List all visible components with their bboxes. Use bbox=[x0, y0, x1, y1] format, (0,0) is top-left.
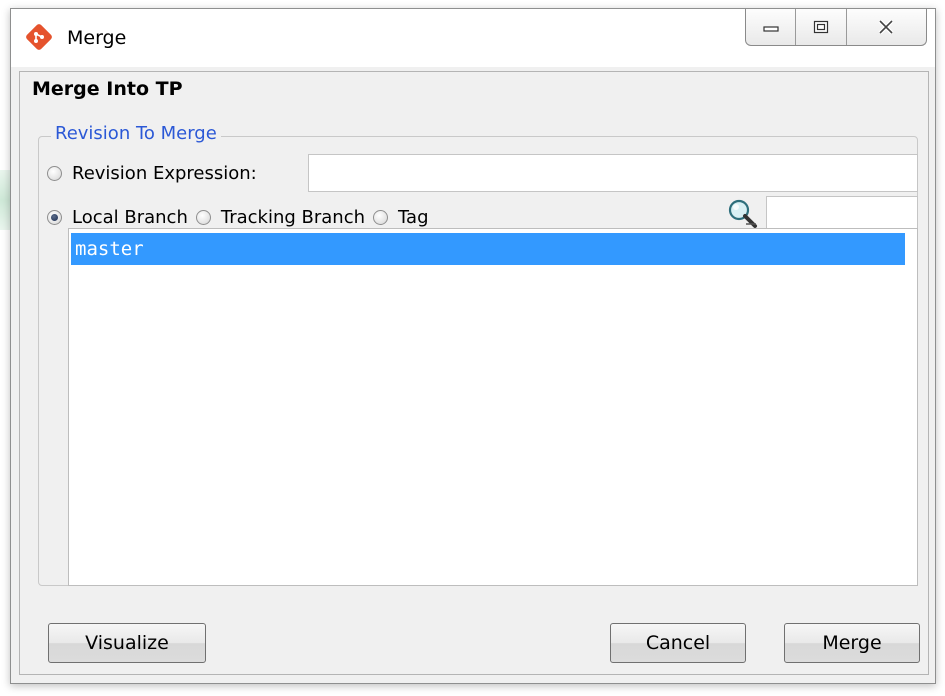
dialog-heading: Merge Into TP bbox=[32, 78, 183, 100]
revision-expression-label: Revision Expression: bbox=[72, 163, 257, 184]
git-logo-icon bbox=[26, 24, 52, 50]
tag-radio[interactable] bbox=[373, 210, 389, 225]
title-bar: Merge bbox=[11, 9, 935, 67]
revision-expression-radio[interactable] bbox=[47, 166, 62, 181]
maximize-icon bbox=[814, 20, 829, 34]
branch-type-options: Local Branch Tracking Branch Tag bbox=[47, 207, 429, 228]
tag-label[interactable]: Tag bbox=[398, 207, 428, 228]
close-icon bbox=[879, 20, 894, 34]
search-icon bbox=[728, 199, 757, 228]
maximize-button[interactable] bbox=[796, 9, 847, 45]
window-controls bbox=[745, 9, 927, 46]
cancel-button[interactable]: Cancel bbox=[610, 623, 746, 663]
revision-expression-option[interactable]: Revision Expression: bbox=[47, 163, 257, 184]
merge-dialog-window: Merge Merge Into TP Revision To Merge Re… bbox=[10, 8, 936, 684]
visualize-button[interactable]: Visualize bbox=[48, 623, 206, 663]
merge-button[interactable]: Merge bbox=[784, 623, 920, 663]
window-title: Merge bbox=[67, 27, 127, 49]
branch-list[interactable]: master bbox=[68, 228, 918, 586]
background-strip bbox=[0, 170, 10, 230]
list-item[interactable]: master bbox=[71, 233, 905, 265]
minimize-button[interactable] bbox=[746, 9, 797, 45]
close-button[interactable] bbox=[847, 9, 926, 45]
group-label: Revision To Merge bbox=[51, 123, 221, 144]
tracking-branch-radio[interactable] bbox=[195, 210, 211, 225]
local-branch-label[interactable]: Local Branch bbox=[72, 207, 188, 228]
local-branch-radio[interactable] bbox=[47, 210, 62, 225]
tracking-branch-label[interactable]: Tracking Branch bbox=[221, 207, 365, 228]
dialog-content: Merge Into TP Revision To Merge Revision… bbox=[19, 71, 929, 675]
minimize-icon bbox=[763, 26, 779, 32]
revision-expression-input[interactable] bbox=[308, 154, 918, 192]
